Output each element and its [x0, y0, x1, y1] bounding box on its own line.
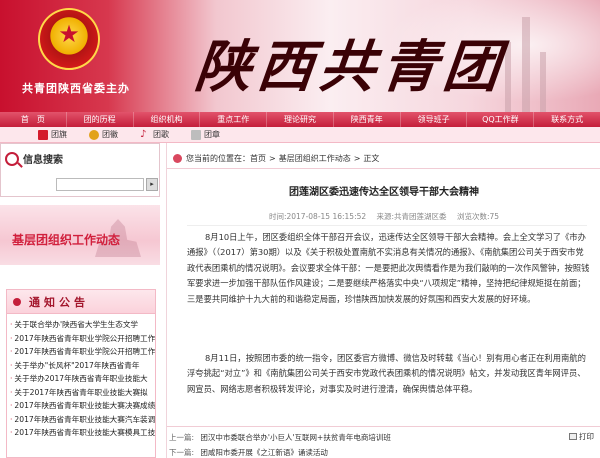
article-panel: 您当前的位置在： 首页 > 基层团组织工作动态 > 正文 团莲湖区委迅速传达全区… — [166, 143, 600, 458]
breadcrumb-section[interactable]: 基层团组织工作动态 — [279, 153, 351, 164]
info-search-panel: 信息搜索 ▸ — [0, 143, 160, 197]
pin-icon — [13, 297, 21, 306]
nav-item-organization[interactable]: 组织机构 — [134, 112, 201, 127]
notice-item[interactable]: 2017年陕西省青年职业技能大赛决赛成绩 — [10, 399, 155, 413]
book-icon — [191, 129, 201, 140]
notice-item[interactable]: 2017年陕西省青年职业学院公开招聘工作 — [10, 345, 155, 359]
sublink-label: 团章 — [204, 130, 220, 139]
prev-article: 上一篇: 团汉中市委联合举办'小巨人'互联网+扶贫青年电商培训班 — [169, 432, 391, 443]
nav-item-youth[interactable]: 陕西青年 — [334, 112, 401, 127]
nav-item-key-work[interactable]: 重点工作 — [200, 112, 268, 127]
notice-item[interactable]: 2017年陕西省青年职业学院公开招聘工作 — [10, 332, 155, 346]
article-paragraph: 8月10日上午，团区委组织全体干部召开会议，迅速传达全区领导干部大会精神。会上全… — [187, 232, 590, 304]
magnifier-icon — [5, 151, 19, 166]
search-input[interactable] — [56, 178, 144, 191]
divider — [167, 168, 600, 169]
sublink-badge[interactable]: 团徽 — [89, 129, 118, 140]
print-button[interactable]: 打印 — [569, 431, 594, 442]
breadcrumb-separator: > — [269, 154, 276, 163]
next-article-link[interactable]: 团咸阳市委开展《之江新语》诵读活动 — [200, 448, 328, 457]
location-icon — [173, 154, 182, 163]
notice-item[interactable]: 关于举办2017年陕西省青年职业技能大 — [10, 372, 155, 386]
breadcrumb-separator: > — [353, 154, 361, 163]
notice-item[interactable]: 关于2017年陕西省青年职业技能大赛拟 — [10, 386, 155, 400]
sidebar: 信息搜索 ▸ 基层团组织工作动态 通知公告 关于联合举办'陕西省大学生生态文学 … — [0, 143, 160, 458]
info-search-title: 信息搜索 — [23, 155, 63, 166]
nav-item-leadership[interactable]: 领导班子 — [401, 112, 468, 127]
nav-item-history[interactable]: 团的历程 — [67, 112, 134, 127]
article-title: 团莲湖区委迅速传达全区领导干部大会精神 — [289, 187, 479, 198]
notice-header: 通知公告 — [7, 290, 155, 314]
info-search-header: 信息搜索 — [5, 151, 63, 166]
tower-silhouette — [522, 17, 530, 112]
notice-panel: 通知公告 关于联合举办'陕西省大学生生态文学 2017年陕西省青年职业学院公开招… — [6, 289, 156, 458]
nav-item-qq-group[interactable]: QQ工作群 — [467, 112, 535, 127]
notice-item[interactable]: 关于联合举办'陕西省大学生生态文学 — [10, 318, 155, 332]
badge-icon — [89, 129, 99, 140]
search-button[interactable]: ▸ — [146, 178, 158, 191]
notice-list: 关于联合举办'陕西省大学生生态文学 2017年陕西省青年职业学院公开招聘工作 2… — [7, 314, 155, 440]
next-article: 下一篇: 团咸阳市委开展《之江新语》诵读活动 — [169, 447, 328, 458]
prev-label: 上一篇: — [169, 433, 195, 442]
breadcrumb-current: 正文 — [363, 154, 380, 163]
view-count: 浏览次数:75 — [456, 212, 500, 221]
sublink-label: 团旗 — [51, 130, 67, 139]
nav-item-home[interactable]: 首 页 — [0, 112, 67, 127]
sublink-label: 团歌 — [153, 130, 169, 139]
header-banner: ★ 共青团陕西省委主办 陕西共青团 — [0, 0, 600, 112]
breadcrumb: 您当前的位置在： 首页 > 基层团组织工作动态 > 正文 — [173, 153, 379, 164]
notice-item[interactable]: 关于举办"长风杯"2017年陕西省青年 — [10, 359, 155, 373]
section-banner: 基层团组织工作动态 — [0, 205, 160, 265]
flag-icon — [38, 129, 48, 140]
breadcrumb-prefix: 您当前的位置在： — [186, 154, 250, 163]
emblem-star-icon: ★ — [58, 20, 80, 48]
sublink-label: 团徽 — [102, 130, 118, 139]
divider — [167, 426, 600, 427]
organizer-text: 共青团陕西省委主办 — [22, 82, 130, 95]
prev-article-link[interactable]: 团汉中市委联合举办'小巨人'互联网+扶贫青年电商培训班 — [200, 433, 390, 442]
next-label: 下一篇: — [169, 448, 195, 457]
symbol-links-bar: 团旗 团徽 ♪ 团歌 团章 — [0, 127, 600, 143]
music-icon: ♪ — [140, 128, 147, 140]
sublink-flag[interactable]: 团旗 — [38, 129, 67, 140]
main-nav: 首 页 团的历程 组织机构 重点工作 理论研究 陕西青年 领导班子 QQ工作群 … — [0, 112, 600, 127]
notice-item[interactable]: 2017年陕西省青年职业技能大赛汽车装调 — [10, 413, 155, 427]
sublink-song[interactable]: ♪ 团歌 — [140, 129, 169, 140]
tower-silhouette — [540, 52, 546, 112]
article-source: 来源:共青团莲湖区委 — [376, 212, 447, 221]
notice-item[interactable]: 2017年陕西省青年职业技能大赛模具工技 — [10, 426, 155, 440]
publish-time: 时间:2017-08-15 16:15:52 — [268, 212, 367, 221]
printer-icon — [569, 433, 577, 440]
youth-league-emblem-icon: ★ — [38, 8, 100, 70]
article-meta: 时间:2017-08-15 16:15:52 来源:共青团莲湖区委 浏览次数:7… — [167, 211, 600, 222]
article-paragraph: 8月11日，按照团市委的统一指令，团区委官方微博、微信及时转载《当心！别有用心者… — [187, 353, 586, 394]
breadcrumb-home[interactable]: 首页 — [250, 153, 266, 164]
nav-item-contact[interactable]: 联系方式 — [534, 112, 600, 127]
notice-title: 通知公告 — [29, 295, 89, 309]
sublink-constitution[interactable]: 团章 — [191, 129, 220, 140]
site-title: 陕西共青团 — [192, 34, 509, 100]
nav-item-theory[interactable]: 理论研究 — [267, 112, 334, 127]
section-banner-title: 基层团组织工作动态 — [12, 233, 121, 247]
print-label: 打印 — [579, 432, 594, 441]
divider — [187, 225, 587, 226]
